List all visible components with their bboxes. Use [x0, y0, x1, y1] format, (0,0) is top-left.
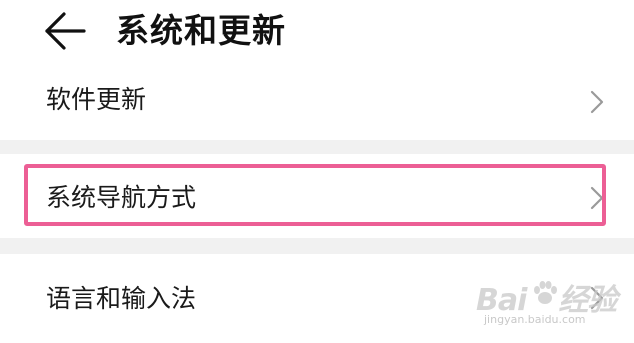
settings-item-software-update[interactable]: 软件更新: [0, 66, 634, 140]
group-divider: [0, 238, 634, 254]
settings-item-language-input[interactable]: 语言和输入法: [0, 254, 634, 343]
settings-item-label: 系统导航方式: [46, 183, 197, 212]
back-button[interactable]: [42, 10, 88, 52]
settings-item-label: 软件更新: [46, 85, 147, 114]
chevron-right-icon: [588, 285, 606, 311]
arrow-left-icon: [45, 12, 86, 50]
group-divider: [0, 140, 634, 154]
settings-item-system-navigation[interactable]: 系统导航方式: [0, 154, 634, 238]
chevron-right-icon: [588, 185, 606, 211]
title-bar: 系统和更新: [0, 0, 634, 66]
settings-item-label: 语言和输入法: [46, 284, 197, 313]
chevron-right-icon: [588, 89, 606, 115]
page-title: 系统和更新: [116, 11, 286, 50]
